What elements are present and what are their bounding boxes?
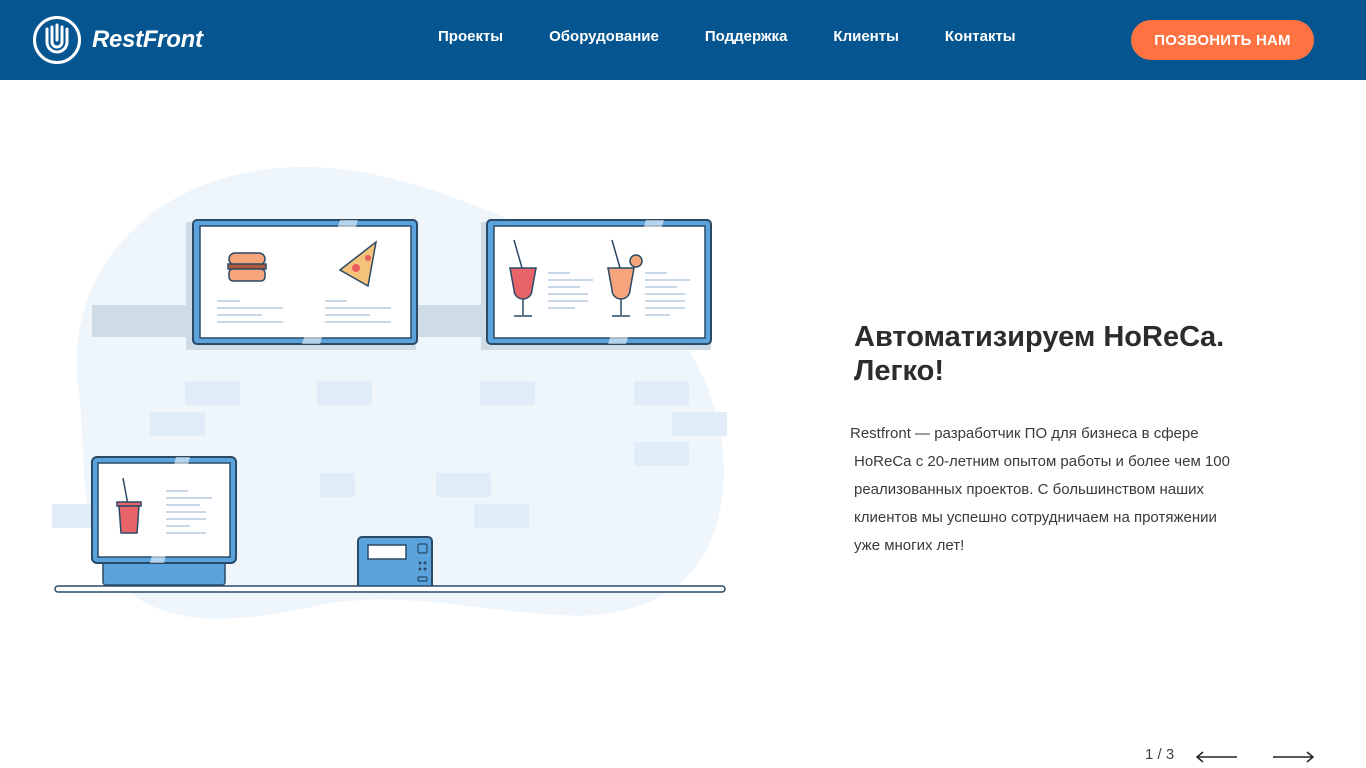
- restfront-logo-icon: [33, 16, 81, 64]
- horeca-illustration: [52, 167, 727, 619]
- hero-title-line-1: Автоматизируем HoReCa.: [854, 321, 1225, 353]
- call-us-button[interactable]: ПОЗВОНИТЬ НАМ: [1131, 20, 1314, 60]
- nav-item-clients[interactable]: Клиенты: [833, 28, 898, 46]
- hero-description: Restfront — разработчик ПО для бизнеса в…: [850, 420, 1270, 560]
- pos-terminal: [91, 456, 237, 586]
- brand-name: RestFront: [92, 26, 203, 53]
- receipt-printer: [357, 536, 433, 590]
- nav-item-support[interactable]: Поддержка: [705, 28, 788, 46]
- main-nav: Проекты Оборудование Поддержка Клиенты К…: [438, 28, 1016, 46]
- brand-logo[interactable]: RestFront: [32, 15, 203, 65]
- nav-item-equipment[interactable]: Оборудование: [549, 28, 659, 46]
- hero-description-line: клиентов мы успешно сотрудничаем на прот…: [854, 509, 1217, 526]
- slide-total: 3: [1165, 746, 1175, 763]
- next-slide-arrow-icon[interactable]: [1271, 748, 1315, 766]
- hero-description-line: уже многих лет!: [854, 537, 965, 554]
- hero-description-line: реализованных проектов. С большинством н…: [854, 481, 1204, 498]
- prev-slide-arrow-icon[interactable]: [1195, 748, 1239, 766]
- nav-item-projects[interactable]: Проекты: [438, 28, 503, 46]
- slide-separator: /: [1153, 746, 1166, 763]
- slide-counter: 1 / 3: [1145, 746, 1174, 763]
- counter-shelf: [54, 585, 726, 593]
- nav-item-contacts[interactable]: Контакты: [945, 28, 1016, 46]
- menu-board-food: [186, 219, 418, 350]
- hero-title-line-2: Легко!: [854, 355, 945, 387]
- site-header: RestFront Проекты Оборудование Поддержка…: [0, 0, 1366, 80]
- hero-description-line: Restfront — разработчик ПО для бизнеса в…: [850, 425, 1199, 442]
- menu-board-drinks: [481, 219, 712, 350]
- hero-description-line: HoReCa с 20-летним опытом работы и более…: [854, 453, 1230, 470]
- hero-title: Автоматизируем HoReCa. Легко!: [854, 320, 1294, 388]
